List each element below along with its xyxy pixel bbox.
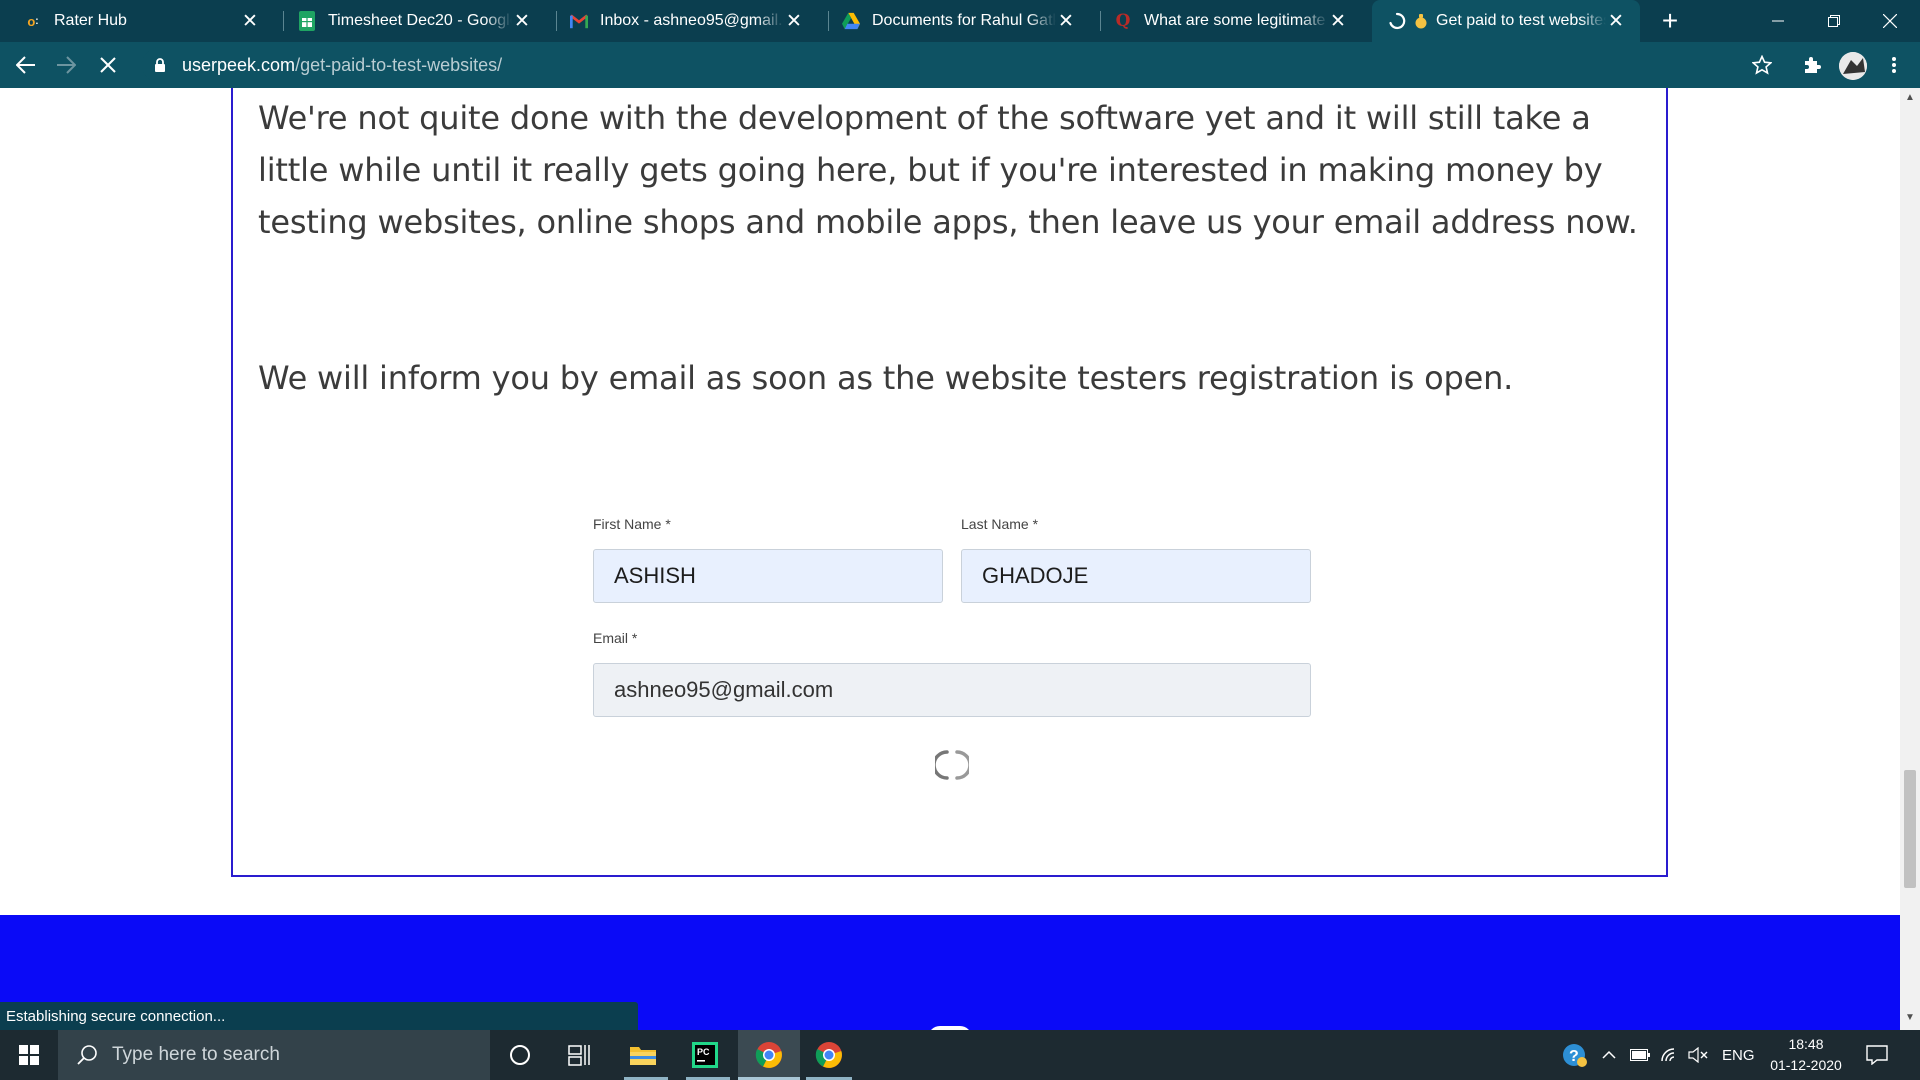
tab-title: Documents for Rahul Gatkal	[872, 12, 1056, 29]
clock-date: 01-12-2020	[1770, 1057, 1842, 1073]
chrome-taskbar-button-active[interactable]	[738, 1030, 800, 1080]
browser-toolbar: userpeek.com/get-paid-to-test-websites/	[0, 42, 1920, 88]
first-name-label: First Name *	[593, 516, 671, 532]
money-bag-icon	[1414, 12, 1428, 30]
email-field[interactable]: ashneo95@gmail.com	[593, 663, 1311, 717]
gmail-icon	[570, 12, 588, 30]
close-icon[interactable]: ✕	[1328, 11, 1348, 32]
volume-muted-icon[interactable]	[1688, 1030, 1710, 1080]
task-view-button[interactable]	[560, 1030, 600, 1080]
tab-get-paid-to-test-websites[interactable]: Get paid to test websites ✕	[1372, 0, 1640, 42]
url-path: /get-paid-to-test-websites/	[295, 54, 503, 75]
tab-title: Rater Hub	[54, 12, 127, 29]
windows-taskbar: Type here to search PC ? ENG 18:48 01-12…	[0, 1030, 1920, 1080]
stop-loading-button[interactable]	[92, 49, 124, 81]
extensions-puzzle-icon[interactable]	[1798, 51, 1826, 79]
tab-quora[interactable]: Q What are some legitimate ways ✕	[1090, 0, 1362, 42]
last-name-label: Last Name *	[961, 516, 1039, 532]
battery-icon[interactable]	[1630, 1030, 1652, 1080]
tab-timesheet[interactable]: Timesheet Dec20 - Google Sheets ✕	[274, 0, 546, 42]
close-icon[interactable]: ✕	[784, 11, 804, 32]
scroll-down-arrow-icon[interactable]: ▼	[1900, 1012, 1920, 1026]
google-sheets-icon	[298, 11, 316, 31]
browser-menu-icon[interactable]	[1880, 51, 1908, 79]
forward-arrow-icon	[57, 56, 76, 74]
page-scrollbar[interactable]: ▲ ▼	[1900, 88, 1920, 1030]
rater-hub-icon: o:	[27, 13, 39, 29]
scrollbar-thumb[interactable]	[1904, 770, 1916, 888]
language-indicator[interactable]: ENG	[1722, 1030, 1758, 1080]
close-icon[interactable]: ✕	[240, 11, 260, 32]
pycharm-button[interactable]: PC	[680, 1030, 730, 1080]
taskbar-search-box[interactable]: Type here to search	[58, 1030, 490, 1080]
tab-title: Inbox - ashneo95@gmail.com	[600, 12, 784, 29]
last-name-field[interactable]: GHADOJE	[961, 549, 1311, 603]
close-icon[interactable]: ✕	[1606, 11, 1626, 32]
restore-button[interactable]	[1806, 0, 1862, 42]
stop-icon	[100, 57, 116, 73]
tab-title: Get paid to test websites	[1436, 12, 1606, 29]
pycharm-icon: PC	[692, 1042, 718, 1068]
google-drive-icon	[842, 12, 860, 30]
bookmark-star-icon[interactable]	[1748, 51, 1776, 79]
close-window-button[interactable]	[1862, 0, 1918, 42]
show-hidden-icons-chevron-icon[interactable]	[1602, 1030, 1620, 1080]
close-icon[interactable]: ✕	[512, 11, 532, 32]
page-viewport: We're not quite done with the developmen…	[0, 88, 1900, 1030]
task-view-icon	[568, 1045, 590, 1066]
quora-icon: Q	[1115, 11, 1131, 31]
tab-gmail-inbox[interactable]: Inbox - ashneo95@gmail.com ✕	[546, 0, 818, 42]
notification-paragraph: We will inform you by email as soon as t…	[258, 359, 1514, 397]
first-name-field[interactable]: ASHISH	[593, 549, 943, 603]
svg-text:PC: PC	[697, 1047, 710, 1057]
start-button[interactable]	[0, 1030, 58, 1080]
scroll-up-arrow-icon[interactable]: ▲	[1900, 92, 1920, 106]
back-button[interactable]	[10, 49, 42, 81]
url-domain: userpeek.com	[182, 54, 296, 75]
file-explorer-button[interactable]	[618, 1030, 668, 1080]
signup-card: We're not quite done with the developmen…	[231, 88, 1668, 877]
new-tab-button[interactable]: +	[1656, 7, 1684, 36]
forward-button[interactable]	[50, 49, 82, 81]
tab-title: Timesheet Dec20 - Google Sheets	[328, 12, 512, 29]
tab-title: What are some legitimate ways	[1144, 12, 1328, 29]
back-arrow-icon	[16, 56, 35, 74]
status-bubble: Establishing secure connection...	[0, 1002, 638, 1030]
tab-rater-hub[interactable]: o: Rater Hub ✕	[0, 0, 274, 42]
chrome-taskbar-button[interactable]	[800, 1030, 858, 1080]
intro-paragraph: We're not quite done with the developmen…	[258, 99, 1638, 241]
help-icon[interactable]: ?	[1562, 1030, 1592, 1080]
chrome-icon	[755, 1042, 782, 1068]
profile-avatar[interactable]	[1839, 52, 1867, 80]
clock-time: 18:48	[1788, 1036, 1824, 1052]
file-explorer-icon	[630, 1047, 656, 1065]
close-icon[interactable]: ✕	[1056, 11, 1076, 32]
lock-icon	[155, 58, 165, 72]
chrome-icon	[815, 1042, 842, 1068]
browser-tab-strip: o: Rater Hub ✕ Timesheet Dec20 - Google …	[0, 0, 1920, 42]
wifi-icon[interactable]	[1660, 1030, 1682, 1080]
search-placeholder: Type here to search	[112, 1044, 280, 1065]
action-center-icon[interactable]	[1866, 1030, 1896, 1080]
tab-google-drive-documents[interactable]: Documents for Rahul Gatkal ✕	[818, 0, 1090, 42]
cortana-button[interactable]	[500, 1030, 540, 1080]
search-icon	[77, 1045, 97, 1065]
cortana-circle-icon	[510, 1045, 530, 1065]
taskbar-clock[interactable]: 18:48 01-12-2020	[1766, 1034, 1846, 1076]
email-label: Email *	[593, 630, 638, 646]
loading-spinner-icon	[935, 750, 969, 780]
loading-spinner-icon	[1388, 12, 1406, 30]
address-bar[interactable]: userpeek.com/get-paid-to-test-websites/	[142, 47, 1772, 83]
windows-logo-icon	[19, 1045, 39, 1065]
minimize-button[interactable]	[1750, 0, 1806, 42]
